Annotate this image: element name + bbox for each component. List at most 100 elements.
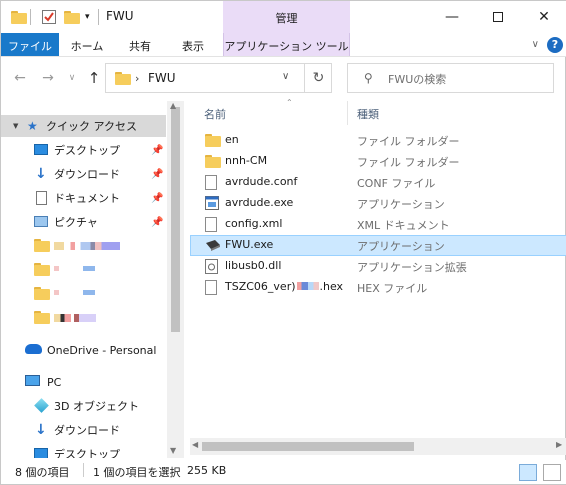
chevron-down-icon[interactable]: ▼ [13, 122, 18, 130]
title-divider [98, 9, 99, 25]
redacted-label [54, 242, 120, 250]
file-row[interactable]: libusb0.dll アプリケーション拡張 [190, 256, 566, 277]
document-icon [205, 217, 217, 232]
download-arrow-icon: ↓ [35, 166, 47, 182]
file-name: en [225, 133, 239, 146]
usb-device-icon [205, 238, 220, 253]
large-icons-view-icon[interactable] [543, 464, 561, 481]
file-name: TSZC06_ver) .hex [225, 280, 343, 293]
tab-manage-context[interactable]: 管理 [223, 1, 350, 33]
redacted-label [54, 290, 59, 295]
refresh-icon[interactable]: ↻ [304, 64, 332, 92]
forward-arrow-icon[interactable]: → [37, 67, 59, 89]
redacted-label [83, 266, 95, 271]
back-arrow-icon[interactable]: ← [9, 67, 31, 89]
file-type: ファイル フォルダー [357, 135, 460, 148]
redacted-label [54, 266, 59, 271]
new-folder-icon[interactable] [64, 8, 80, 26]
sidebar-item-pc[interactable]: PC [1, 371, 166, 393]
tab-home[interactable]: ホーム [59, 33, 115, 56]
column-header-type[interactable]: 種類 [357, 101, 527, 125]
column-divider[interactable] [347, 101, 348, 125]
file-type: アプリケーション [357, 240, 445, 253]
file-row[interactable]: config.xml XML ドキュメント [190, 214, 566, 235]
selection-size: 255 KB [187, 464, 227, 477]
tab-share[interactable]: 共有 [115, 33, 165, 56]
address-bar[interactable]: › FWU ∨ ↻ [105, 63, 332, 93]
sidebar-item-redacted-folder[interactable] [1, 235, 166, 257]
file-row-selected[interactable]: FWU.exe アプリケーション [190, 235, 566, 256]
sidebar-item-downloads[interactable]: ↓ ダウンロード 📌 [1, 163, 166, 185]
scroll-up-icon[interactable]: ▲ [170, 101, 176, 110]
pin-icon[interactable]: 📌 [151, 145, 163, 156]
cloud-icon [25, 344, 42, 354]
sidebar-item-label: デスクトップ [54, 144, 120, 157]
star-icon: ★ [27, 119, 38, 133]
sidebar-item-documents[interactable]: ドキュメント 📌 [1, 187, 166, 209]
file-row[interactable]: avrdude.exe アプリケーション [190, 193, 566, 214]
up-arrow-icon[interactable]: ↑ [83, 67, 105, 89]
sidebar-item-downloads-pc[interactable]: ↓ ダウンロード [1, 419, 166, 441]
maximize-button[interactable] [475, 1, 521, 33]
sidebar-item-redacted-folder[interactable] [1, 283, 166, 305]
recent-locations-icon[interactable]: ∨ [61, 67, 83, 89]
scroll-down-icon[interactable]: ▼ [170, 446, 176, 455]
pin-icon[interactable]: 📌 [151, 169, 163, 180]
file-row[interactable]: avrdude.conf CONF ファイル [190, 172, 566, 193]
help-icon[interactable]: ? [547, 37, 563, 53]
ribbon-expand-icon[interactable]: ∨ [532, 39, 539, 50]
chevron-down-icon[interactable]: ∨ [282, 71, 289, 82]
sidebar-item-onedrive[interactable]: OneDrive - Personal [1, 339, 166, 361]
breadcrumb[interactable]: FWU [148, 71, 176, 85]
scroll-right-icon[interactable]: ▶ [556, 440, 562, 449]
document-icon [205, 280, 217, 295]
horizontal-scrollbar-thumb[interactable] [202, 442, 414, 451]
minimize-button[interactable]: — [429, 1, 475, 33]
download-arrow-icon: ↓ [35, 422, 47, 438]
folder-icon [34, 311, 50, 324]
nav-scrollbar-thumb[interactable] [171, 107, 180, 332]
file-type: アプリケーション拡張 [357, 261, 467, 274]
sidebar-item-pictures[interactable]: ピクチャ 📌 [1, 211, 166, 233]
folder-icon [11, 8, 27, 26]
column-header-name[interactable]: 名前 ⌃ [204, 98, 344, 125]
pin-icon[interactable]: 📌 [151, 193, 163, 204]
sidebar-item-label: ドキュメント [54, 192, 120, 205]
sidebar-item-label: ダウンロード [54, 168, 120, 181]
tab-file[interactable]: ファイル [1, 33, 59, 56]
column-name-label: 名前 [204, 108, 226, 121]
tab-application-tools[interactable]: アプリケーション ツール [223, 33, 350, 56]
application-icon [205, 196, 219, 211]
file-row[interactable]: nnh-CM ファイル フォルダー [190, 151, 566, 172]
details-view-icon[interactable] [519, 464, 537, 481]
sidebar-item-label: デスクトップ [54, 448, 120, 458]
sidebar-item-redacted-folder[interactable] [1, 259, 166, 281]
folder-icon [34, 239, 50, 252]
file-row[interactable]: en ファイル フォルダー [190, 130, 566, 151]
ribbon-tabs: ファイル ホーム 共有 表示 アプリケーション ツール ∨ ? [1, 33, 566, 57]
scroll-left-icon[interactable]: ◀ [192, 440, 198, 449]
tab-view[interactable]: 表示 [165, 33, 221, 56]
file-row[interactable]: TSZC06_ver) .hex HEX ファイル [190, 277, 566, 298]
sidebar-item-desktop[interactable]: デスクトップ 📌 [1, 139, 166, 161]
sidebar-item-redacted-folder[interactable] [1, 307, 166, 329]
sidebar-item-desktop-pc[interactable]: デスクトップ [1, 443, 166, 458]
pin-icon[interactable]: 📌 [151, 217, 163, 228]
explorer-window: ▾ FWU 管理 — ✕ ファイル ホーム 共有 表示 アプリケーション ツール… [0, 0, 566, 485]
redacted-label [296, 282, 319, 290]
file-type: XML ドキュメント [357, 219, 450, 232]
sidebar-item-quick-access[interactable]: ▼ ★ クイック アクセス [1, 115, 166, 137]
sidebar-item-label: クイック アクセス [46, 120, 137, 133]
folder-icon [205, 134, 221, 149]
file-name: libusb0.dll [225, 259, 282, 272]
properties-icon[interactable] [41, 8, 57, 26]
qat-customize-icon[interactable]: ▾ [85, 8, 90, 26]
sidebar-item-3d-objects[interactable]: 3D オブジェクト [1, 395, 166, 417]
search-input[interactable]: ⚲ FWUの検索 [347, 63, 554, 93]
breadcrumb-separator: › [135, 72, 140, 85]
document-icon [36, 191, 47, 205]
status-bar: 8 個の項目 1 個の項目を選択 255 KB [1, 460, 566, 484]
close-button[interactable]: ✕ [521, 1, 566, 33]
cube-icon [34, 398, 49, 413]
navigation-pane: ▼ ★ クイック アクセス デスクトップ 📌 ↓ ダウンロード 📌 ドキュメント… [1, 101, 184, 458]
